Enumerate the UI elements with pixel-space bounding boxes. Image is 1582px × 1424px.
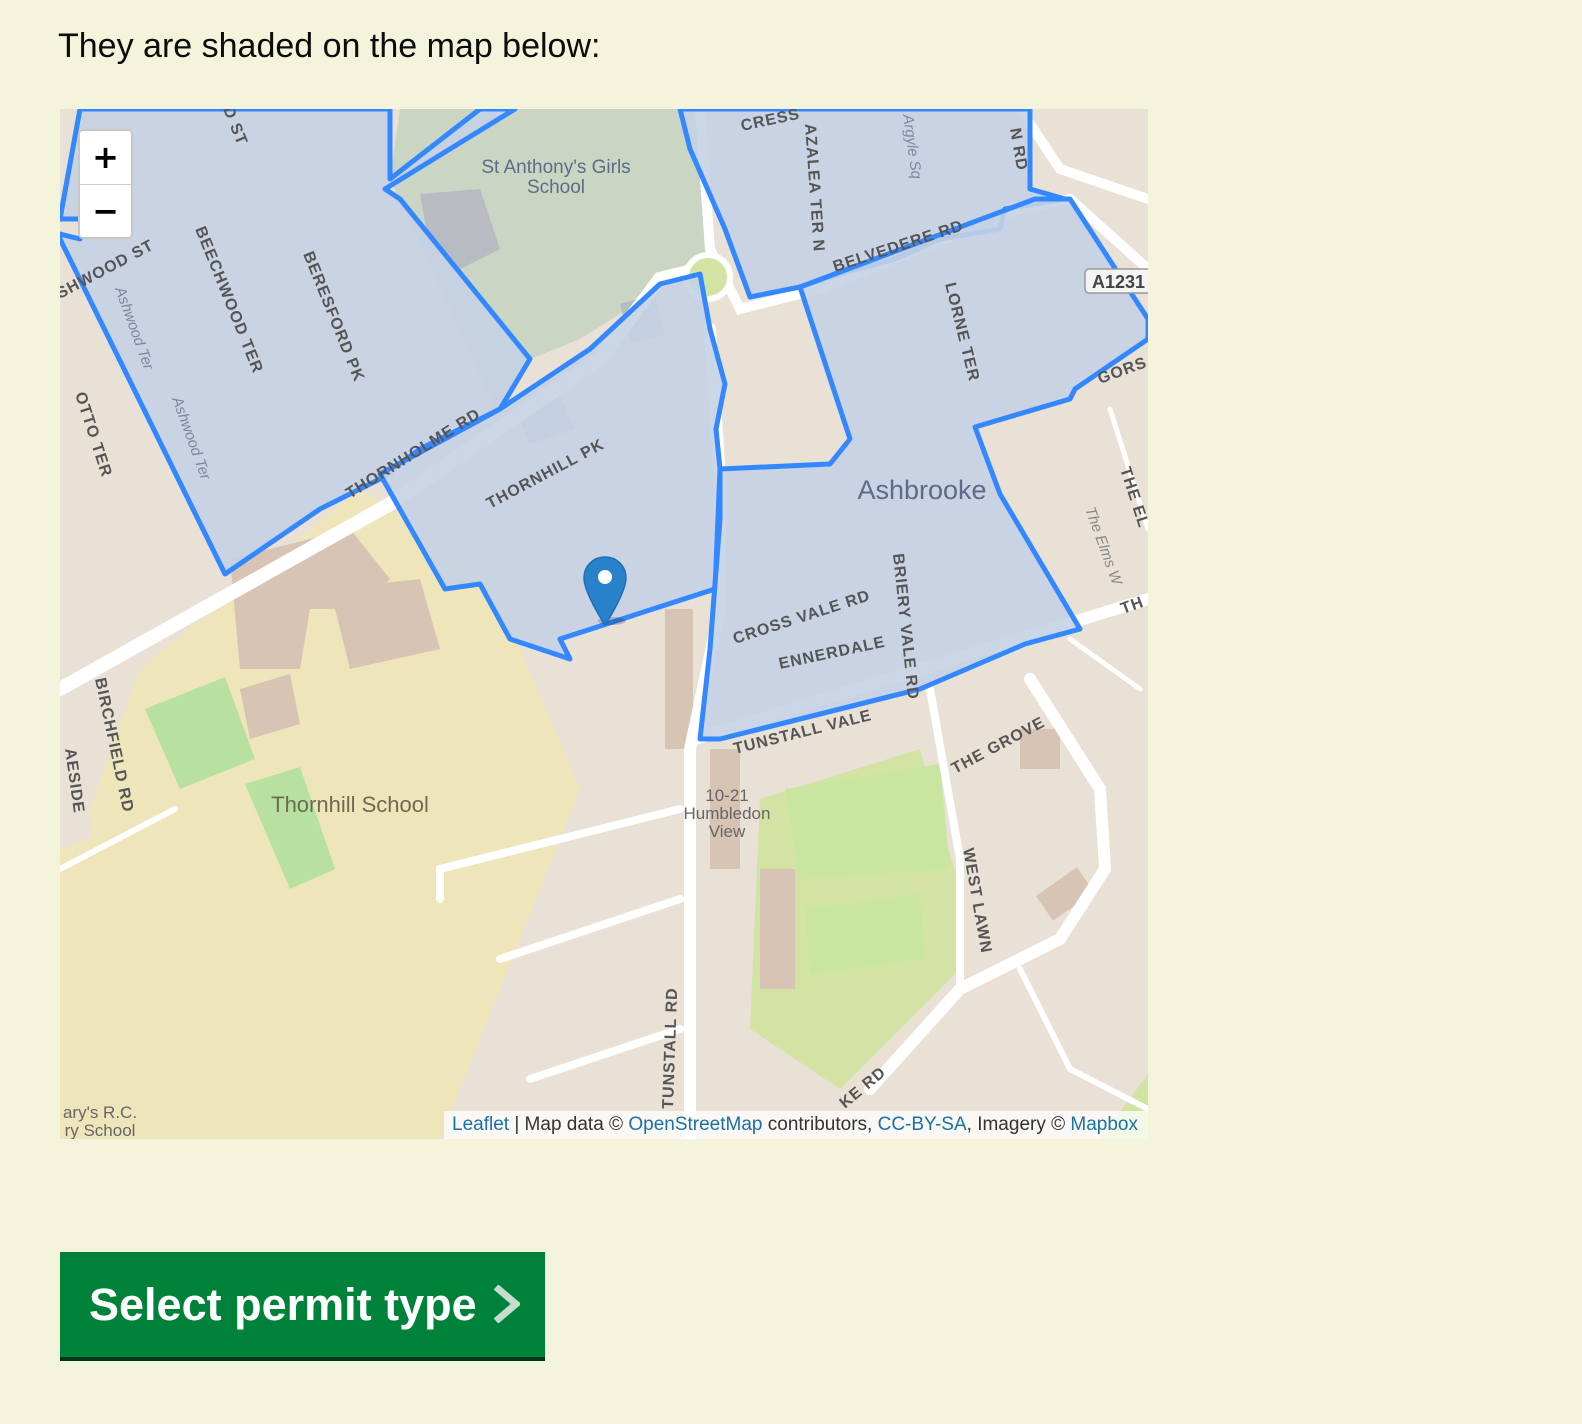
- chevron-right-icon: [493, 1285, 520, 1323]
- attribution-text: | Map data ©: [509, 1114, 629, 1135]
- map-label: TUNSTALL RD: [660, 987, 681, 1109]
- zoom-in-button[interactable]: +: [80, 131, 131, 185]
- openstreetmap-link[interactable]: OpenStreetMap: [628, 1114, 762, 1135]
- select-permit-type-label: Select permit type: [89, 1279, 477, 1330]
- map-label: View: [709, 822, 746, 841]
- map-label: OTTO TER: [71, 390, 115, 480]
- zoom-control: + −: [78, 129, 133, 239]
- map-label: School: [527, 177, 585, 198]
- map-intro-text: They are shaded on the map below:: [58, 27, 601, 65]
- map-label: THE EL: [1116, 465, 1148, 530]
- map-attribution: Leaflet | Map data © OpenStreetMap contr…: [444, 1111, 1148, 1139]
- attribution-text: , Imagery ©: [966, 1114, 1071, 1135]
- map-label: Thornhill School: [271, 792, 429, 817]
- mapbox-link[interactable]: Mapbox: [1070, 1114, 1138, 1135]
- location-marker-icon[interactable]: [582, 555, 628, 627]
- map-label: WEST LAWN: [959, 847, 994, 955]
- map-label: 10-21: [705, 786, 748, 805]
- map-label: ary's R.C.: [63, 1103, 137, 1122]
- zoom-out-button[interactable]: −: [80, 185, 131, 237]
- road-shield-label: A1231: [1092, 272, 1145, 292]
- cc-by-sa-link[interactable]: CC-BY-SA: [878, 1114, 967, 1135]
- map-label: Ashbrooke: [857, 475, 986, 505]
- map-label: AESIDE: [61, 747, 87, 814]
- select-permit-type-button[interactable]: Select permit type: [60, 1252, 545, 1357]
- permit-zone-map[interactable]: St Anthony's Girls School Ashbrooke Thor…: [60, 109, 1148, 1139]
- map-label: Humbledon: [684, 804, 771, 823]
- map-label: ry School: [65, 1121, 136, 1139]
- map-label: The Elms W: [1081, 505, 1126, 589]
- leaflet-link[interactable]: Leaflet: [452, 1114, 509, 1135]
- map-label: St Anthony's Girls: [481, 157, 630, 178]
- attribution-text: contributors,: [762, 1114, 878, 1135]
- sports-pitch: [785, 764, 950, 879]
- building: [760, 869, 795, 989]
